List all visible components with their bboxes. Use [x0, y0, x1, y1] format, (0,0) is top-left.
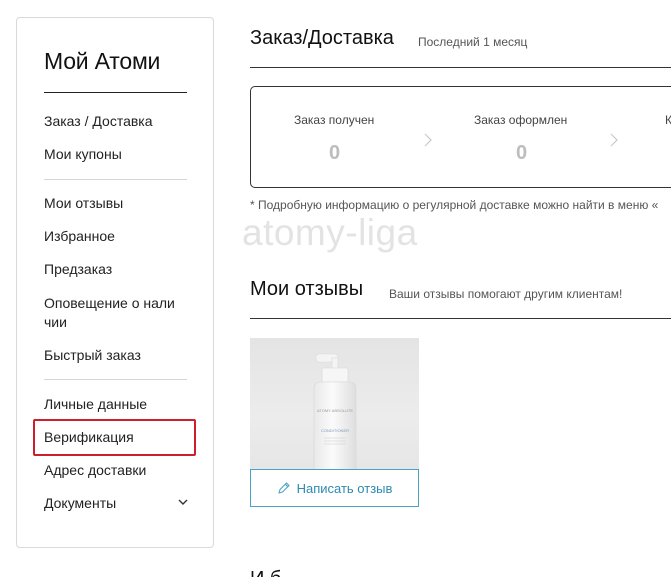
sidebar-title-divider: [44, 92, 187, 93]
product-image[interactable]: ATOMY ABSOLUTE CONDITIONER: [250, 338, 419, 469]
write-review-label: Написать отзыв: [296, 480, 393, 496]
verification-highlight-box: [33, 419, 196, 456]
product-name-text: CONDITIONER: [321, 428, 349, 433]
sidebar-item-stock-notification[interactable]: Оповещение о нали чии: [44, 294, 189, 332]
status-count-received[interactable]: 0: [329, 142, 340, 165]
chevron-down-icon[interactable]: [177, 496, 189, 508]
orders-title-divider: [250, 67, 671, 68]
status-count-placed[interactable]: 0: [516, 142, 527, 165]
sidebar-item-quick-order[interactable]: Быстрый заказ: [44, 346, 141, 365]
orders-title: Заказ/Доставка: [250, 27, 394, 49]
pencil-icon: [278, 482, 290, 494]
sidebar-item-orders[interactable]: Заказ / Доставка: [44, 112, 153, 131]
sidebar-item-personal-data[interactable]: Личные данные: [44, 395, 147, 414]
status-label-received: Заказ получен: [294, 113, 375, 127]
sidebar-divider: [44, 379, 187, 380]
orders-period-label: Последний 1 месяц: [418, 35, 528, 49]
sidebar-item-preorder[interactable]: Предзаказ: [44, 260, 112, 279]
chevron-right-icon: [424, 133, 432, 147]
sidebar-item-favorites[interactable]: Избранное: [44, 227, 115, 246]
status-label-placed: Заказ оформлен: [474, 113, 568, 127]
sidebar-item-delivery-address[interactable]: Адрес доставки: [44, 461, 146, 480]
chevron-right-icon: [610, 133, 618, 147]
watermark: atomy-liga: [242, 212, 418, 253]
conditioner-bottle-illustration: ATOMY ABSOLUTE CONDITIONER: [313, 353, 357, 469]
sidebar-item-coupons[interactable]: Мои купоны: [44, 145, 122, 164]
sidebar-divider: [44, 179, 187, 180]
sidebar: Мой Атоми Заказ / Доставка Мои купоны Мо…: [16, 17, 214, 548]
status-label-partial: К: [665, 113, 671, 127]
product-brand-text: ATOMY ABSOLUTE: [317, 408, 353, 413]
next-section-title-partial: И б: [250, 568, 281, 577]
sidebar-item-documents[interactable]: Документы: [44, 494, 116, 513]
sidebar-item-reviews[interactable]: Мои отзывы: [44, 194, 123, 213]
sidebar-title: Мой Атоми: [44, 48, 161, 74]
write-review-button[interactable]: Написать отзыв: [250, 469, 419, 507]
order-status-panel: Заказ получен 0 Заказ оформлен 0 К: [250, 86, 671, 188]
reviews-title: Мои отзывы: [250, 278, 364, 300]
reviews-title-divider: [250, 318, 671, 319]
reviews-subtitle: Ваши отзывы помогают другим клиентам!: [389, 287, 623, 301]
regular-delivery-note: * Подробную информацию о регулярной дост…: [250, 198, 659, 212]
